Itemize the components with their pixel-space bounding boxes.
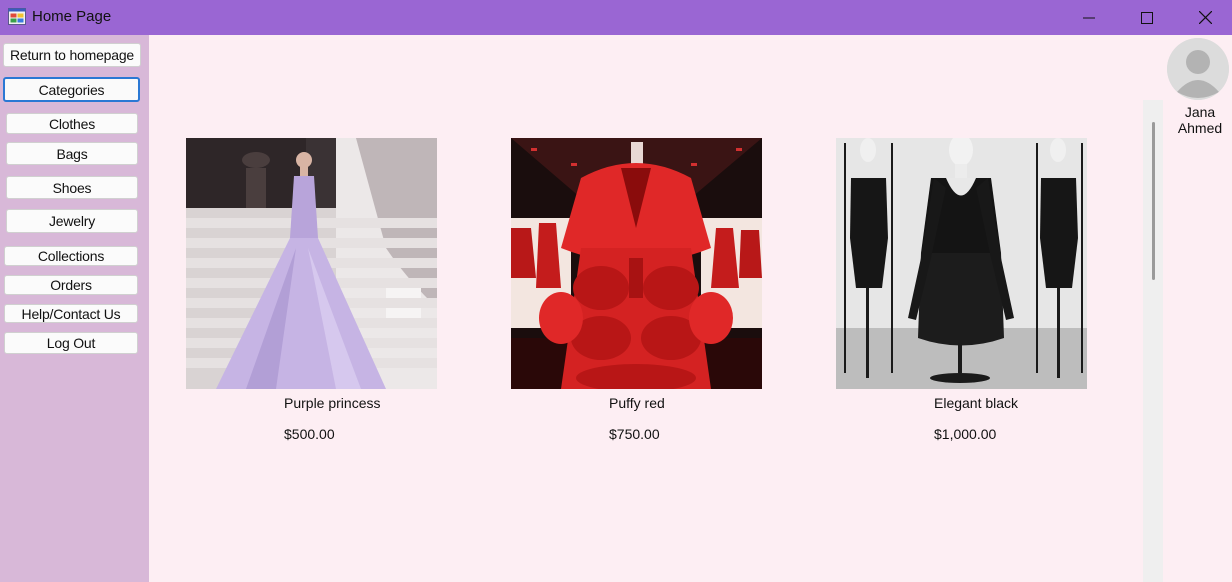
product-name: Purple princess	[284, 395, 381, 411]
collections-button[interactable]: Collections	[4, 246, 138, 266]
scrollbar-thumb[interactable]	[1152, 122, 1155, 280]
product-image-elegant-black[interactable]	[836, 138, 1087, 389]
black-dresses-photo	[836, 138, 1087, 389]
close-icon	[1198, 11, 1212, 24]
sidebar-item-shoes[interactable]: Shoes	[6, 176, 138, 199]
product-image-purple-princess[interactable]	[186, 138, 437, 389]
product-name: Elegant black	[934, 395, 1019, 411]
sidebar: Return to homepage Categories Clothes Ba…	[0, 35, 149, 582]
title-bar: Home Page	[0, 0, 1232, 35]
logout-button[interactable]: Log Out	[4, 332, 138, 354]
categories-button[interactable]: Categories	[3, 77, 140, 102]
orders-button[interactable]: Orders	[4, 275, 138, 295]
product-price: $1,000.00	[934, 426, 997, 442]
red-fur-coat-photo	[511, 138, 762, 389]
sidebar-item-jewelry[interactable]: Jewelry	[6, 209, 138, 233]
user-name: Jana Ahmed	[1169, 104, 1231, 136]
maximize-button[interactable]	[1118, 0, 1176, 35]
user-avatar[interactable]	[1167, 38, 1229, 100]
app-icon	[8, 8, 26, 25]
minimize-icon	[1083, 17, 1095, 18]
sidebar-item-clothes[interactable]: Clothes	[6, 113, 138, 134]
maximize-icon	[1141, 11, 1153, 24]
user-first-name: Jana	[1184, 104, 1216, 120]
sidebar-item-bags[interactable]: Bags	[6, 142, 138, 165]
return-home-button[interactable]: Return to homepage	[3, 43, 141, 67]
user-avatar-icon	[1167, 38, 1229, 100]
product-image-puffy-red[interactable]	[511, 138, 762, 389]
user-last-name: Ahmed	[1177, 120, 1223, 136]
close-button[interactable]	[1176, 0, 1232, 35]
window-title: Home Page	[32, 8, 112, 25]
product-price: $500.00	[284, 426, 335, 442]
product-price: $750.00	[609, 426, 660, 442]
product-name: Puffy red	[609, 395, 665, 411]
help-contact-button[interactable]: Help/Contact Us	[4, 304, 138, 323]
lavender-gown-photo	[186, 138, 437, 389]
minimize-button[interactable]	[1060, 0, 1118, 35]
main-content: Purple princess $500.00 Puffy red $750.0…	[149, 35, 1232, 582]
